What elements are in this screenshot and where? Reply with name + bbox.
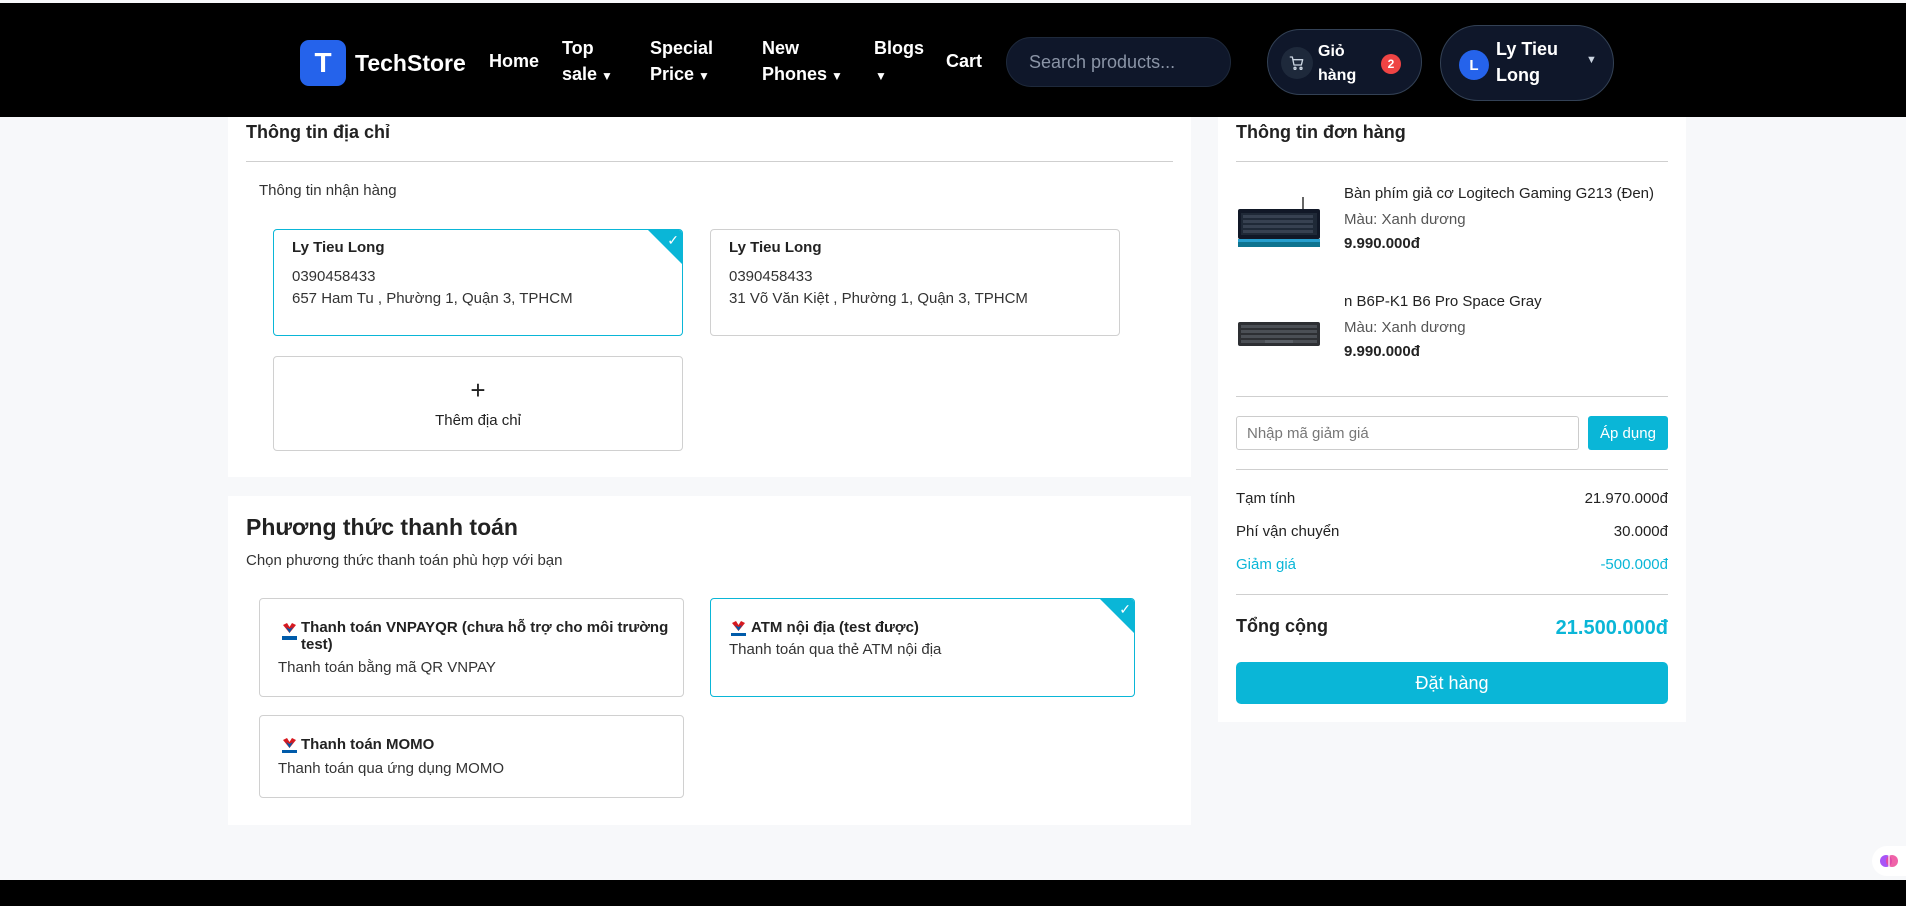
nav-top-sale[interactable]: Top sale ▼ — [562, 35, 613, 89]
product-price: 9.990.000đ — [1344, 343, 1420, 360]
store-logo[interactable]: T TechStore — [300, 40, 466, 86]
payment-name-line1: Thanh toán VNPAYQR (chưa hỗ trợ cho môi … — [301, 619, 669, 636]
payment-panel: Phương thức thanh toán Chọn phương thức … — [228, 496, 1191, 825]
payment-name: Thanh toán MOMO — [301, 736, 435, 753]
nav-special-price[interactable]: Special Price ▼ — [650, 35, 713, 89]
address-name: Ly Tieu Long — [292, 239, 385, 256]
payment-subtitle: Chọn phương thức thanh toán phù hợp với … — [246, 552, 563, 569]
cart-label-line2: hàng — [1318, 67, 1357, 84]
cart-label-line1: Giỏ — [1318, 43, 1345, 60]
total-value: 21.500.000đ — [1555, 617, 1668, 639]
check-icon: ✓ — [1119, 601, 1131, 617]
address-card-1[interactable]: ✓ Ly Tieu Long 0390458433 657 Ham Tu , P… — [273, 229, 683, 336]
shipping-value: 30.000đ — [1613, 523, 1668, 540]
avatar: L — [1459, 50, 1489, 80]
divider — [1236, 396, 1668, 397]
discount-value: -500.000đ — [1600, 556, 1668, 573]
discount-label: Giảm giá — [1236, 556, 1297, 573]
address-name: Ly Tieu Long — [729, 239, 822, 256]
extension-icon[interactable] — [1872, 846, 1906, 876]
keyboard-image[interactable] — [1237, 320, 1321, 348]
nav-cart[interactable]: Cart — [946, 48, 982, 74]
cart-count-badge: 2 — [1381, 54, 1401, 74]
nav-special-price-line1: Special — [650, 38, 714, 58]
address-text: 657 Ham Tu , Phường 1, Quận 3, TPHCM — [292, 290, 573, 307]
caret-down-icon: ▼ — [698, 69, 710, 83]
payment-method-vnpayqr[interactable]: Thanh toán VNPAYQR (chưa hỗ trợ cho môi … — [259, 598, 684, 697]
total-label: Tổng cộng — [1236, 616, 1328, 636]
divider — [1236, 161, 1668, 162]
payment-name-line2: test) — [301, 636, 333, 653]
divider — [1236, 469, 1668, 470]
nav-new-phones-line2: Phones — [762, 64, 828, 84]
subtotal-value: 21.970.000đ — [1584, 490, 1668, 507]
order-section-title: Thông tin đơn hàng — [1236, 122, 1406, 142]
check-icon: ✓ — [667, 232, 679, 248]
user-name: Ly Tieu Long — [1496, 36, 1576, 88]
cart-icon — [1281, 47, 1313, 79]
cart-button[interactable]: Giỏ hàng 2 — [1267, 29, 1422, 95]
caret-down-icon: ▼ — [1586, 54, 1597, 66]
apply-coupon-button[interactable]: Áp dụng — [1588, 416, 1668, 450]
nav-special-price-line2: Price — [650, 64, 695, 84]
address-subtitle: Thông tin nhận hàng — [259, 182, 397, 199]
product-price: 9.990.000đ — [1344, 235, 1420, 252]
product-name[interactable]: n B6P-K1 B6 Pro Space Gray — [1344, 293, 1542, 310]
product-variant: Màu: Xanh dương — [1344, 211, 1466, 228]
nav-blogs[interactable]: Blogs ▼ — [874, 35, 924, 89]
payment-desc: Thanh toán qua ứng dụng MOMO — [278, 760, 505, 777]
payment-name: Thanh toán VNPAYQR (chưa hỗ trợ cho môi … — [301, 619, 668, 653]
product-name[interactable]: Bàn phím giả cơ Logitech Gaming G213 (Đe… — [1344, 185, 1654, 202]
payment-desc: Thanh toán bằng mã QR VNPAY — [278, 659, 496, 676]
search-input[interactable] — [1006, 37, 1231, 87]
payment-method-momo[interactable]: Thanh toán MOMO Thanh toán qua ứng dụng … — [259, 715, 684, 798]
logo-icon: T — [300, 40, 346, 86]
nav-top-sale-line2: sale — [562, 64, 598, 84]
divider — [246, 161, 1173, 162]
nav-new-phones-line1: New — [762, 38, 800, 58]
keyboard-image[interactable] — [1237, 197, 1321, 249]
caret-down-icon: ▼ — [831, 69, 843, 83]
payment-desc: Thanh toán qua thẻ ATM nội địa — [729, 641, 942, 658]
user-name-line2: Long — [1496, 65, 1540, 85]
coupon-input[interactable] — [1236, 416, 1579, 450]
caret-down-icon: ▼ — [875, 69, 887, 83]
shipping-label: Phí vận chuyển — [1236, 523, 1340, 540]
vnpay-logo — [282, 623, 297, 640]
logo-text: TechStore — [355, 49, 466, 76]
vnpay-logo — [731, 621, 746, 636]
footer — [0, 880, 1906, 906]
place-order-button[interactable]: Đặt hàng — [1236, 662, 1668, 704]
caret-down-icon: ▼ — [601, 69, 613, 83]
address-card-2[interactable]: Ly Tieu Long 0390458433 31 Võ Văn Kiệt ,… — [710, 229, 1120, 336]
address-phone: 0390458433 — [729, 268, 813, 285]
payment-name: ATM nội địa (test được) — [751, 619, 919, 636]
vnpay-logo — [282, 738, 297, 753]
address-text: 31 Võ Văn Kiệt , Phường 1, Quận 3, TPHCM — [729, 290, 1028, 307]
top-navbar: T TechStore Home Top sale ▼ Special Price… — [0, 3, 1906, 117]
nav-new-phones[interactable]: New Phones ▼ — [762, 35, 843, 89]
nav-blogs-label: Blogs — [874, 38, 925, 58]
subtotal-label: Tạm tính — [1236, 490, 1296, 507]
user-name-line1: Ly Tieu — [1496, 39, 1559, 59]
cart-button-label: Giỏ hàng — [1318, 40, 1378, 88]
product-variant: Màu: Xanh dương — [1344, 319, 1466, 336]
add-address-button[interactable]: + Thêm địa chỉ — [273, 356, 683, 451]
address-section-title: Thông tin địa chỉ — [246, 122, 390, 142]
user-menu-button[interactable]: L Ly Tieu Long ▼ — [1440, 25, 1614, 101]
payment-section-title: Phương thức thanh toán — [246, 514, 518, 540]
nav-top-sale-line1: Top — [562, 38, 594, 58]
address-phone: 0390458433 — [292, 268, 376, 285]
payment-method-atm[interactable]: ✓ ATM nội địa (test được) Thanh toán qua… — [710, 598, 1135, 697]
address-panel: Thông tin địa chỉ Thông tin nhận hàng ✓ … — [228, 117, 1191, 477]
nav-home[interactable]: Home — [489, 48, 539, 74]
add-address-label: Thêm địa chỉ — [435, 412, 521, 429]
divider — [1236, 594, 1668, 595]
plus-icon: + — [470, 375, 486, 405]
